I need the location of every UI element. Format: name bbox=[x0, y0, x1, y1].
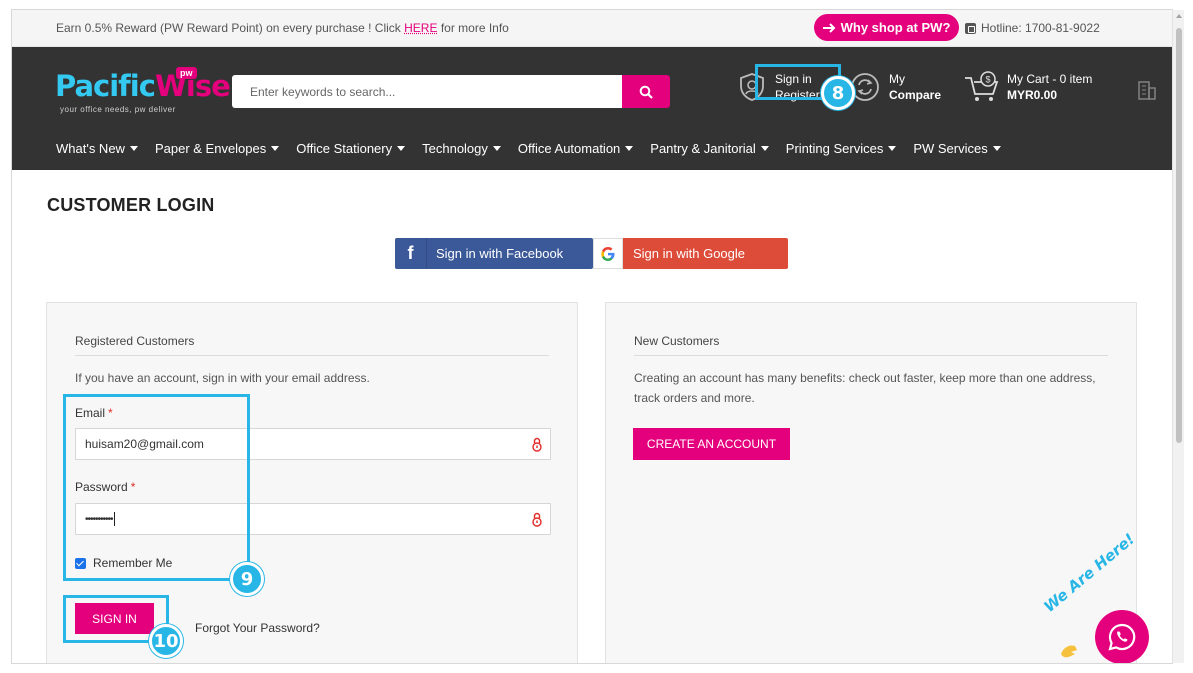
mini-cart[interactable]: My Cart - 0 item MYR0.00 bbox=[1007, 71, 1092, 103]
scroll-up-arrow-icon[interactable] bbox=[1176, 14, 1182, 18]
registered-customers-description: If you have an account, sign in with you… bbox=[75, 371, 370, 385]
search-bar bbox=[232, 75, 670, 108]
google-signin-button[interactable]: Sign in with Google bbox=[593, 238, 788, 269]
promo-suffix: for more Info bbox=[437, 21, 509, 35]
facebook-signin-label: Sign in with Facebook bbox=[436, 246, 564, 261]
nav-item-label: Technology bbox=[422, 141, 488, 156]
password-manager-lock-icon[interactable] bbox=[532, 437, 542, 452]
caret-down-icon bbox=[992, 146, 1001, 151]
arrow-right-icon bbox=[822, 22, 836, 33]
password-manager-lock-icon[interactable] bbox=[532, 512, 542, 527]
hotline: Hotline: 1700-81-9022 bbox=[965, 21, 1100, 35]
nav-item-whats-new[interactable]: What's New bbox=[56, 141, 138, 156]
caret-down-icon bbox=[625, 146, 634, 151]
page-scrollbar[interactable] bbox=[1172, 10, 1184, 663]
nav-item-office-stationery[interactable]: Office Stationery bbox=[296, 141, 406, 156]
hotline-text: Hotline: 1700-81-9022 bbox=[981, 21, 1100, 35]
promo-prefix: Earn 0.5% Reward (PW Reward Point) on ev… bbox=[56, 21, 405, 35]
building-icon[interactable] bbox=[1136, 79, 1158, 101]
facebook-icon: f bbox=[395, 238, 427, 269]
svg-text:$: $ bbox=[985, 75, 990, 85]
highlight-login-form bbox=[63, 394, 250, 581]
nav-item-label: Pantry & Janitorial bbox=[650, 141, 756, 156]
promo-bar: Earn 0.5% Reward (PW Reward Point) on ev… bbox=[12, 10, 1172, 47]
caret-down-icon bbox=[760, 146, 769, 151]
nav-item-label: Printing Services bbox=[785, 141, 884, 156]
promo-here-link[interactable]: HERE bbox=[404, 21, 437, 35]
browser-viewport: Earn 0.5% Reward (PW Reward Point) on ev… bbox=[12, 10, 1172, 663]
search-input[interactable] bbox=[232, 75, 622, 108]
whatsapp-icon bbox=[1108, 623, 1136, 651]
new-customers-description: Creating an account has many benefits: c… bbox=[634, 371, 1096, 405]
cart-icon[interactable]: $ bbox=[964, 71, 1000, 103]
nav-item-paper-envelopes[interactable]: Paper & Envelopes bbox=[154, 141, 280, 156]
cart-total: MYR0.00 bbox=[1007, 88, 1058, 102]
step-badge-9: 9 bbox=[230, 562, 264, 596]
nav-item-office-automation[interactable]: Office Automation bbox=[517, 141, 634, 156]
cart-count: My Cart - 0 item bbox=[1007, 72, 1093, 86]
search-icon bbox=[639, 85, 653, 99]
waving-hand-icon bbox=[1061, 645, 1077, 658]
site-header: PacificWise pw your office needs, pw del… bbox=[12, 47, 1172, 170]
compare-line1: My bbox=[889, 72, 905, 86]
registered-customers-title: Registered Customers bbox=[75, 334, 549, 356]
nav-item-label: Office Automation bbox=[517, 141, 621, 156]
compare-line2: Compare bbox=[889, 88, 942, 102]
facebook-signin-button[interactable]: f Sign in with Facebook bbox=[395, 238, 593, 269]
logo-tagline: your office needs, pw deliver bbox=[60, 105, 176, 114]
compare-icon[interactable] bbox=[850, 72, 880, 102]
main-navigation: What's New Paper & Envelopes Office Stat… bbox=[56, 141, 1018, 156]
scrollbar-thumb[interactable] bbox=[1176, 28, 1182, 443]
compare-link[interactable]: My Compare bbox=[889, 71, 941, 103]
forgot-password-link[interactable]: Forgot Your Password? bbox=[195, 621, 320, 635]
nav-item-pw-services[interactable]: PW Services bbox=[913, 141, 1001, 156]
nav-item-printing-services[interactable]: Printing Services bbox=[786, 141, 897, 156]
promo-text: Earn 0.5% Reward (PW Reward Point) on ev… bbox=[56, 21, 509, 35]
search-button[interactable] bbox=[622, 75, 670, 108]
why-shop-button[interactable]: Why shop at PW? bbox=[814, 14, 959, 41]
nav-item-label: Paper & Envelopes bbox=[154, 141, 267, 156]
caret-down-icon bbox=[397, 146, 406, 151]
caret-down-icon bbox=[492, 146, 501, 151]
logo-part-pacific: Pacific bbox=[55, 69, 156, 103]
google-signin-label: Sign in with Google bbox=[633, 246, 746, 261]
caret-down-icon bbox=[888, 146, 897, 151]
caret-down-icon bbox=[129, 146, 138, 151]
logo-badge: pw bbox=[176, 67, 197, 79]
why-shop-label: Why shop at PW? bbox=[840, 20, 951, 35]
nav-item-technology[interactable]: Technology bbox=[422, 141, 501, 156]
whatsapp-chat-button[interactable] bbox=[1095, 610, 1149, 663]
site-logo[interactable]: PacificWise pw your office needs, pw del… bbox=[55, 67, 231, 119]
nav-item-label: PW Services bbox=[913, 141, 988, 156]
phone-icon bbox=[965, 22, 976, 34]
create-account-button[interactable]: CREATE AN ACCOUNT bbox=[633, 428, 790, 460]
nav-item-label: Office Stationery bbox=[296, 141, 393, 156]
nav-item-label: What's New bbox=[56, 141, 125, 156]
nav-item-pantry-janitorial[interactable]: Pantry & Janitorial bbox=[650, 141, 769, 156]
google-icon bbox=[593, 238, 623, 269]
step-badge-10: 10 bbox=[149, 624, 183, 658]
step-badge-8: 8 bbox=[821, 76, 855, 110]
caret-down-icon bbox=[271, 146, 280, 151]
page-title: CUSTOMER LOGIN bbox=[47, 195, 215, 215]
new-customers-title: New Customers bbox=[634, 334, 1108, 356]
